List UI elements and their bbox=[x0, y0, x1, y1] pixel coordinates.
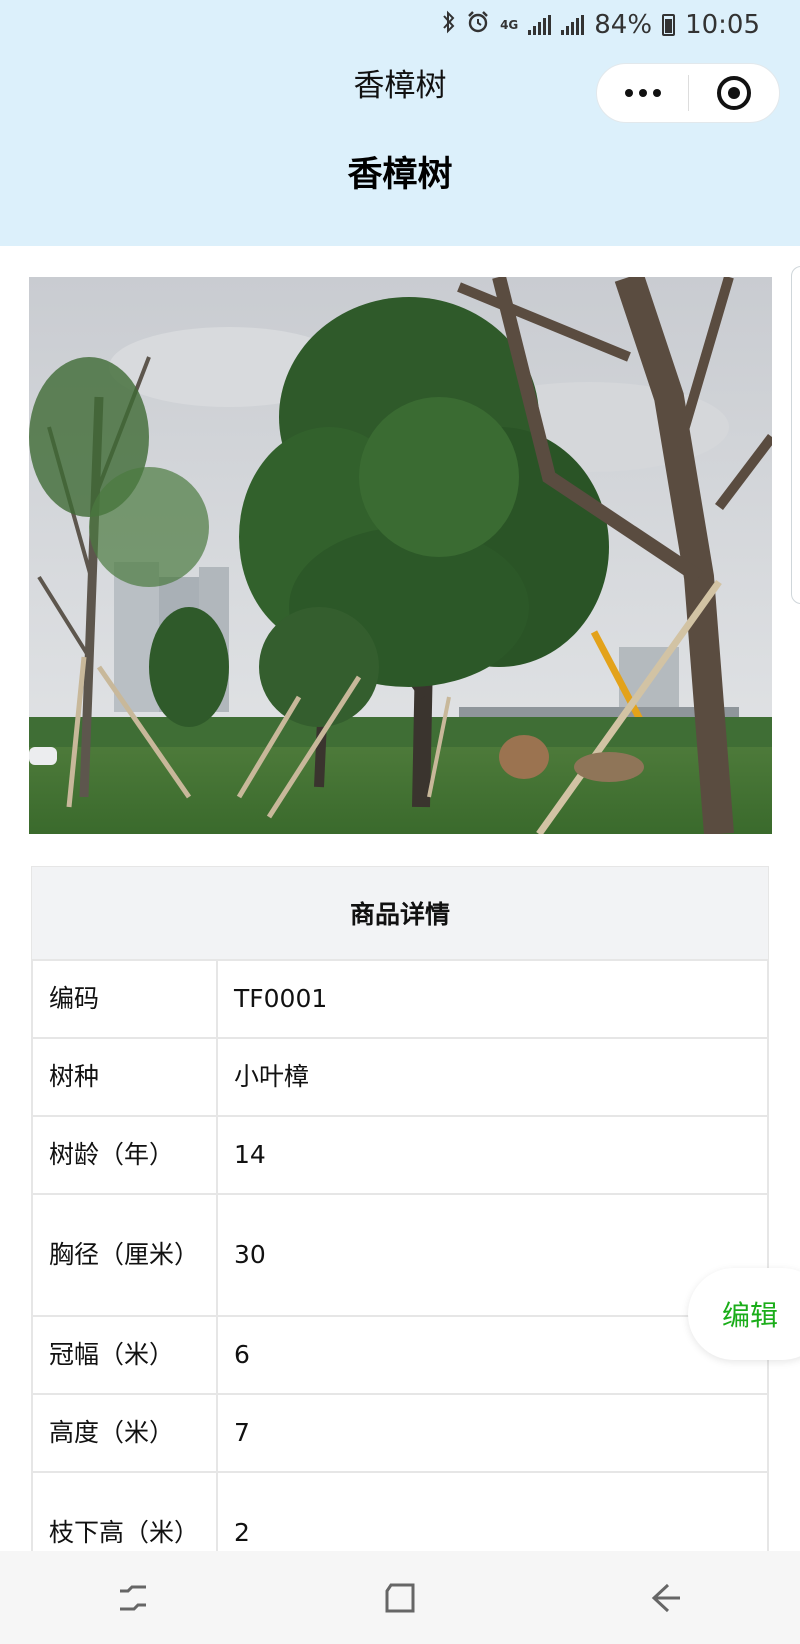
row-label: 编码 bbox=[31, 959, 218, 1039]
row-label: 胸径（厘米） bbox=[31, 1193, 218, 1317]
row-label: 树龄（年） bbox=[31, 1115, 218, 1195]
battery-percent: 84% bbox=[594, 10, 653, 40]
recents-icon[interactable] bbox=[103, 1568, 163, 1628]
signal-icon-2 bbox=[561, 15, 585, 35]
table-row: 树龄（年） 14 bbox=[31, 1115, 769, 1195]
detail-header: 商品详情 bbox=[31, 866, 769, 959]
top-header: 4G 84% 10:05 香樟树 香樟树 bbox=[0, 0, 800, 246]
target-circle-icon bbox=[717, 76, 751, 110]
row-value: 14 bbox=[216, 1115, 769, 1195]
status-bar: 4G 84% 10:05 bbox=[442, 8, 760, 42]
system-navigation-bar bbox=[0, 1551, 800, 1644]
table-row: 胸径（厘米） 30 bbox=[31, 1193, 769, 1317]
table-row: 高度（米） 7 bbox=[31, 1393, 769, 1473]
row-value: 小叶樟 bbox=[216, 1037, 769, 1117]
row-value: 6 bbox=[216, 1315, 769, 1395]
table-row: 冠幅（米） 6 bbox=[31, 1315, 769, 1395]
page-title: 香樟树 bbox=[347, 155, 453, 195]
battery-icon bbox=[662, 14, 676, 36]
row-value: 7 bbox=[216, 1393, 769, 1473]
clock-time: 10:05 bbox=[685, 10, 760, 40]
row-value: 30 bbox=[216, 1193, 769, 1317]
row-label: 高度（米） bbox=[31, 1393, 218, 1473]
network-type-label: 4G bbox=[500, 18, 519, 32]
edit-button[interactable]: 编辑 bbox=[688, 1268, 800, 1360]
more-dots-icon[interactable] bbox=[597, 89, 688, 97]
back-icon[interactable] bbox=[637, 1568, 697, 1628]
table-row: 编码 TF0001 bbox=[31, 959, 769, 1039]
home-icon[interactable] bbox=[370, 1568, 430, 1628]
close-button[interactable] bbox=[689, 76, 779, 110]
tree-photo bbox=[29, 277, 772, 834]
detail-table: 编码 TF0001 树种 小叶樟 树龄（年） 14 胸径（厘米） 30 冠幅（米… bbox=[31, 959, 769, 1595]
row-value: TF0001 bbox=[216, 959, 769, 1039]
side-drawer-handle[interactable] bbox=[791, 266, 800, 604]
row-label: 冠幅（米） bbox=[31, 1315, 218, 1395]
signal-icon bbox=[528, 15, 552, 35]
alarm-icon bbox=[466, 10, 490, 40]
row-label: 树种 bbox=[31, 1037, 218, 1117]
mini-program-capsule bbox=[596, 63, 780, 123]
bluetooth-icon bbox=[442, 10, 456, 40]
product-detail-table: 商品详情 编码 TF0001 树种 小叶樟 树龄（年） 14 胸径（厘米） 30… bbox=[31, 866, 769, 1595]
tree-photo-illustration bbox=[29, 277, 772, 834]
table-row: 树种 小叶樟 bbox=[31, 1037, 769, 1117]
